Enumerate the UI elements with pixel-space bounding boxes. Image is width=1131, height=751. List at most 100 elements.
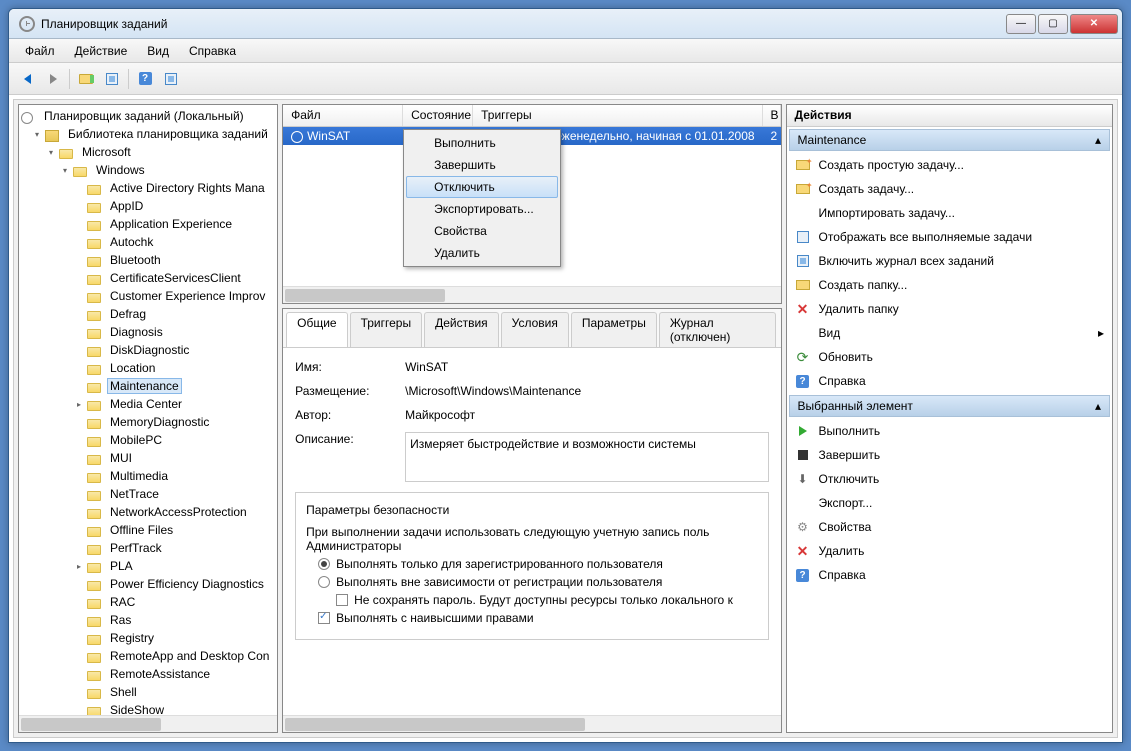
expand-icon[interactable]: ▾ bbox=[45, 146, 57, 158]
tree-folder[interactable]: RAC bbox=[21, 593, 275, 611]
action-props[interactable]: ⚙Свойства bbox=[787, 515, 1112, 539]
tree-folder[interactable]: Application Experience bbox=[21, 215, 275, 233]
tree-folder[interactable]: PerfTrack bbox=[21, 539, 275, 557]
check-no-password[interactable] bbox=[336, 594, 348, 606]
tree-folder[interactable]: Power Efficiency Diagnostics bbox=[21, 575, 275, 593]
tree-folder[interactable]: AppID bbox=[21, 197, 275, 215]
expand-icon[interactable] bbox=[73, 650, 85, 662]
expand-icon[interactable] bbox=[73, 596, 85, 608]
tab-actions[interactable]: Действия bbox=[424, 312, 499, 347]
tree-folder[interactable]: Maintenance bbox=[21, 377, 275, 395]
expand-icon[interactable] bbox=[73, 362, 85, 374]
action-import[interactable]: Импортировать задачу... bbox=[787, 201, 1112, 225]
expand-icon[interactable] bbox=[73, 686, 85, 698]
expand-icon[interactable] bbox=[73, 632, 85, 644]
tree-folder[interactable]: NetTrace bbox=[21, 485, 275, 503]
tree-folder[interactable]: Diagnosis bbox=[21, 323, 275, 341]
action-help[interactable]: ?Справка bbox=[787, 369, 1112, 393]
action-help2[interactable]: ?Справка bbox=[787, 563, 1112, 587]
expand-icon[interactable]: ▾ bbox=[31, 128, 43, 140]
section-maintenance[interactable]: Maintenance▴ bbox=[789, 129, 1110, 151]
tree-folder[interactable]: MobilePC bbox=[21, 431, 275, 449]
tree-folder[interactable]: SideShow bbox=[21, 701, 275, 715]
minimize-button[interactable]: — bbox=[1006, 14, 1036, 34]
expand-icon[interactable] bbox=[73, 542, 85, 554]
expand-icon[interactable] bbox=[73, 380, 85, 392]
expand-icon[interactable]: ▾ bbox=[59, 164, 71, 176]
expand-icon[interactable] bbox=[73, 290, 85, 302]
action-delete-folder[interactable]: ✕Удалить папку bbox=[787, 297, 1112, 321]
menu-file[interactable]: Файл bbox=[17, 42, 63, 60]
folder-up-button[interactable] bbox=[74, 67, 98, 91]
expand-icon[interactable] bbox=[73, 506, 85, 518]
col-file[interactable]: Файл bbox=[283, 105, 403, 126]
tree-microsoft[interactable]: ▾ Microsoft bbox=[21, 143, 275, 161]
tree-folder[interactable]: RemoteAssistance bbox=[21, 665, 275, 683]
expand-icon[interactable] bbox=[73, 182, 85, 194]
col-state[interactable]: Состояние bbox=[403, 105, 473, 126]
view-panes-button[interactable] bbox=[100, 67, 124, 91]
ctx-disable[interactable]: Отключить bbox=[406, 176, 558, 198]
expand-icon[interactable] bbox=[73, 416, 85, 428]
tree-folder[interactable]: Multimedia bbox=[21, 467, 275, 485]
expand-icon[interactable] bbox=[73, 308, 85, 320]
ctx-props[interactable]: Свойства bbox=[406, 220, 558, 242]
tree[interactable]: Планировщик заданий (Локальный) ▾ Библио… bbox=[19, 105, 277, 715]
tree-folder[interactable]: Autochk bbox=[21, 233, 275, 251]
radio-any[interactable] bbox=[318, 576, 330, 588]
action-delete[interactable]: ✕Удалить bbox=[787, 539, 1112, 563]
expand-icon[interactable] bbox=[73, 344, 85, 356]
expand-icon[interactable]: ▸ bbox=[73, 398, 85, 410]
action-create[interactable]: Создать задачу... bbox=[787, 177, 1112, 201]
tab-settings[interactable]: Параметры bbox=[571, 312, 657, 347]
tree-folder[interactable]: NetworkAccessProtection bbox=[21, 503, 275, 521]
tree-folder[interactable]: Defrag bbox=[21, 305, 275, 323]
expand-icon[interactable] bbox=[73, 668, 85, 680]
titlebar[interactable]: Планировщик заданий — ▢ ✕ bbox=[9, 9, 1122, 39]
tree-windows[interactable]: ▾ Windows bbox=[21, 161, 275, 179]
expand-icon[interactable]: ▸ bbox=[73, 560, 85, 572]
expand-icon[interactable] bbox=[73, 452, 85, 464]
action-create-basic[interactable]: Создать простую задачу... bbox=[787, 153, 1112, 177]
close-button[interactable]: ✕ bbox=[1070, 14, 1118, 34]
action-view[interactable]: Вид▸ bbox=[787, 321, 1112, 345]
tree-folder[interactable]: Bluetooth bbox=[21, 251, 275, 269]
expand-icon[interactable] bbox=[73, 578, 85, 590]
forward-button[interactable] bbox=[41, 67, 65, 91]
expand-icon[interactable] bbox=[73, 470, 85, 482]
expand-icon[interactable] bbox=[73, 236, 85, 248]
section-selected[interactable]: Выбранный элемент▴ bbox=[789, 395, 1110, 417]
tree-folder[interactable]: Shell bbox=[21, 683, 275, 701]
tree-folder[interactable]: Customer Experience Improv bbox=[21, 287, 275, 305]
list-h-scrollbar[interactable] bbox=[283, 286, 780, 303]
action-run[interactable]: Выполнить bbox=[787, 419, 1112, 443]
col-triggers[interactable]: Триггеры bbox=[473, 105, 762, 126]
tree-library[interactable]: ▾ Библиотека планировщика заданий bbox=[21, 125, 275, 143]
action-show-running[interactable]: Отображать все выполняемые задачи bbox=[787, 225, 1112, 249]
action-disable[interactable]: ⬇Отключить bbox=[787, 467, 1112, 491]
action-export[interactable]: Экспорт... bbox=[787, 491, 1112, 515]
expand-icon[interactable] bbox=[73, 326, 85, 338]
view-layout-button[interactable] bbox=[159, 67, 183, 91]
expand-icon[interactable] bbox=[73, 434, 85, 446]
tree-folder[interactable]: RemoteApp and Desktop Con bbox=[21, 647, 275, 665]
tree-folder[interactable]: CertificateServicesClient bbox=[21, 269, 275, 287]
back-button[interactable] bbox=[15, 67, 39, 91]
tree-folder[interactable]: DiskDiagnostic bbox=[21, 341, 275, 359]
tree-folder[interactable]: ▸PLA bbox=[21, 557, 275, 575]
ctx-end[interactable]: Завершить bbox=[406, 154, 558, 176]
ctx-delete[interactable]: Удалить bbox=[406, 242, 558, 264]
tree-folder[interactable]: Location bbox=[21, 359, 275, 377]
tree-folder[interactable]: Offline Files bbox=[21, 521, 275, 539]
action-enable-history[interactable]: Включить журнал всех заданий bbox=[787, 249, 1112, 273]
maximize-button[interactable]: ▢ bbox=[1038, 14, 1068, 34]
menu-view[interactable]: Вид bbox=[139, 42, 177, 60]
help-button[interactable]: ? bbox=[133, 67, 157, 91]
detail-h-scrollbar[interactable] bbox=[283, 715, 780, 732]
ctx-export[interactable]: Экспортировать... bbox=[406, 198, 558, 220]
check-highest-priv[interactable] bbox=[318, 612, 330, 624]
tree-folder[interactable]: ▸Media Center bbox=[21, 395, 275, 413]
tab-history[interactable]: Журнал (отключен) bbox=[659, 312, 776, 347]
expand-icon[interactable] bbox=[73, 200, 85, 212]
expand-icon[interactable] bbox=[73, 218, 85, 230]
